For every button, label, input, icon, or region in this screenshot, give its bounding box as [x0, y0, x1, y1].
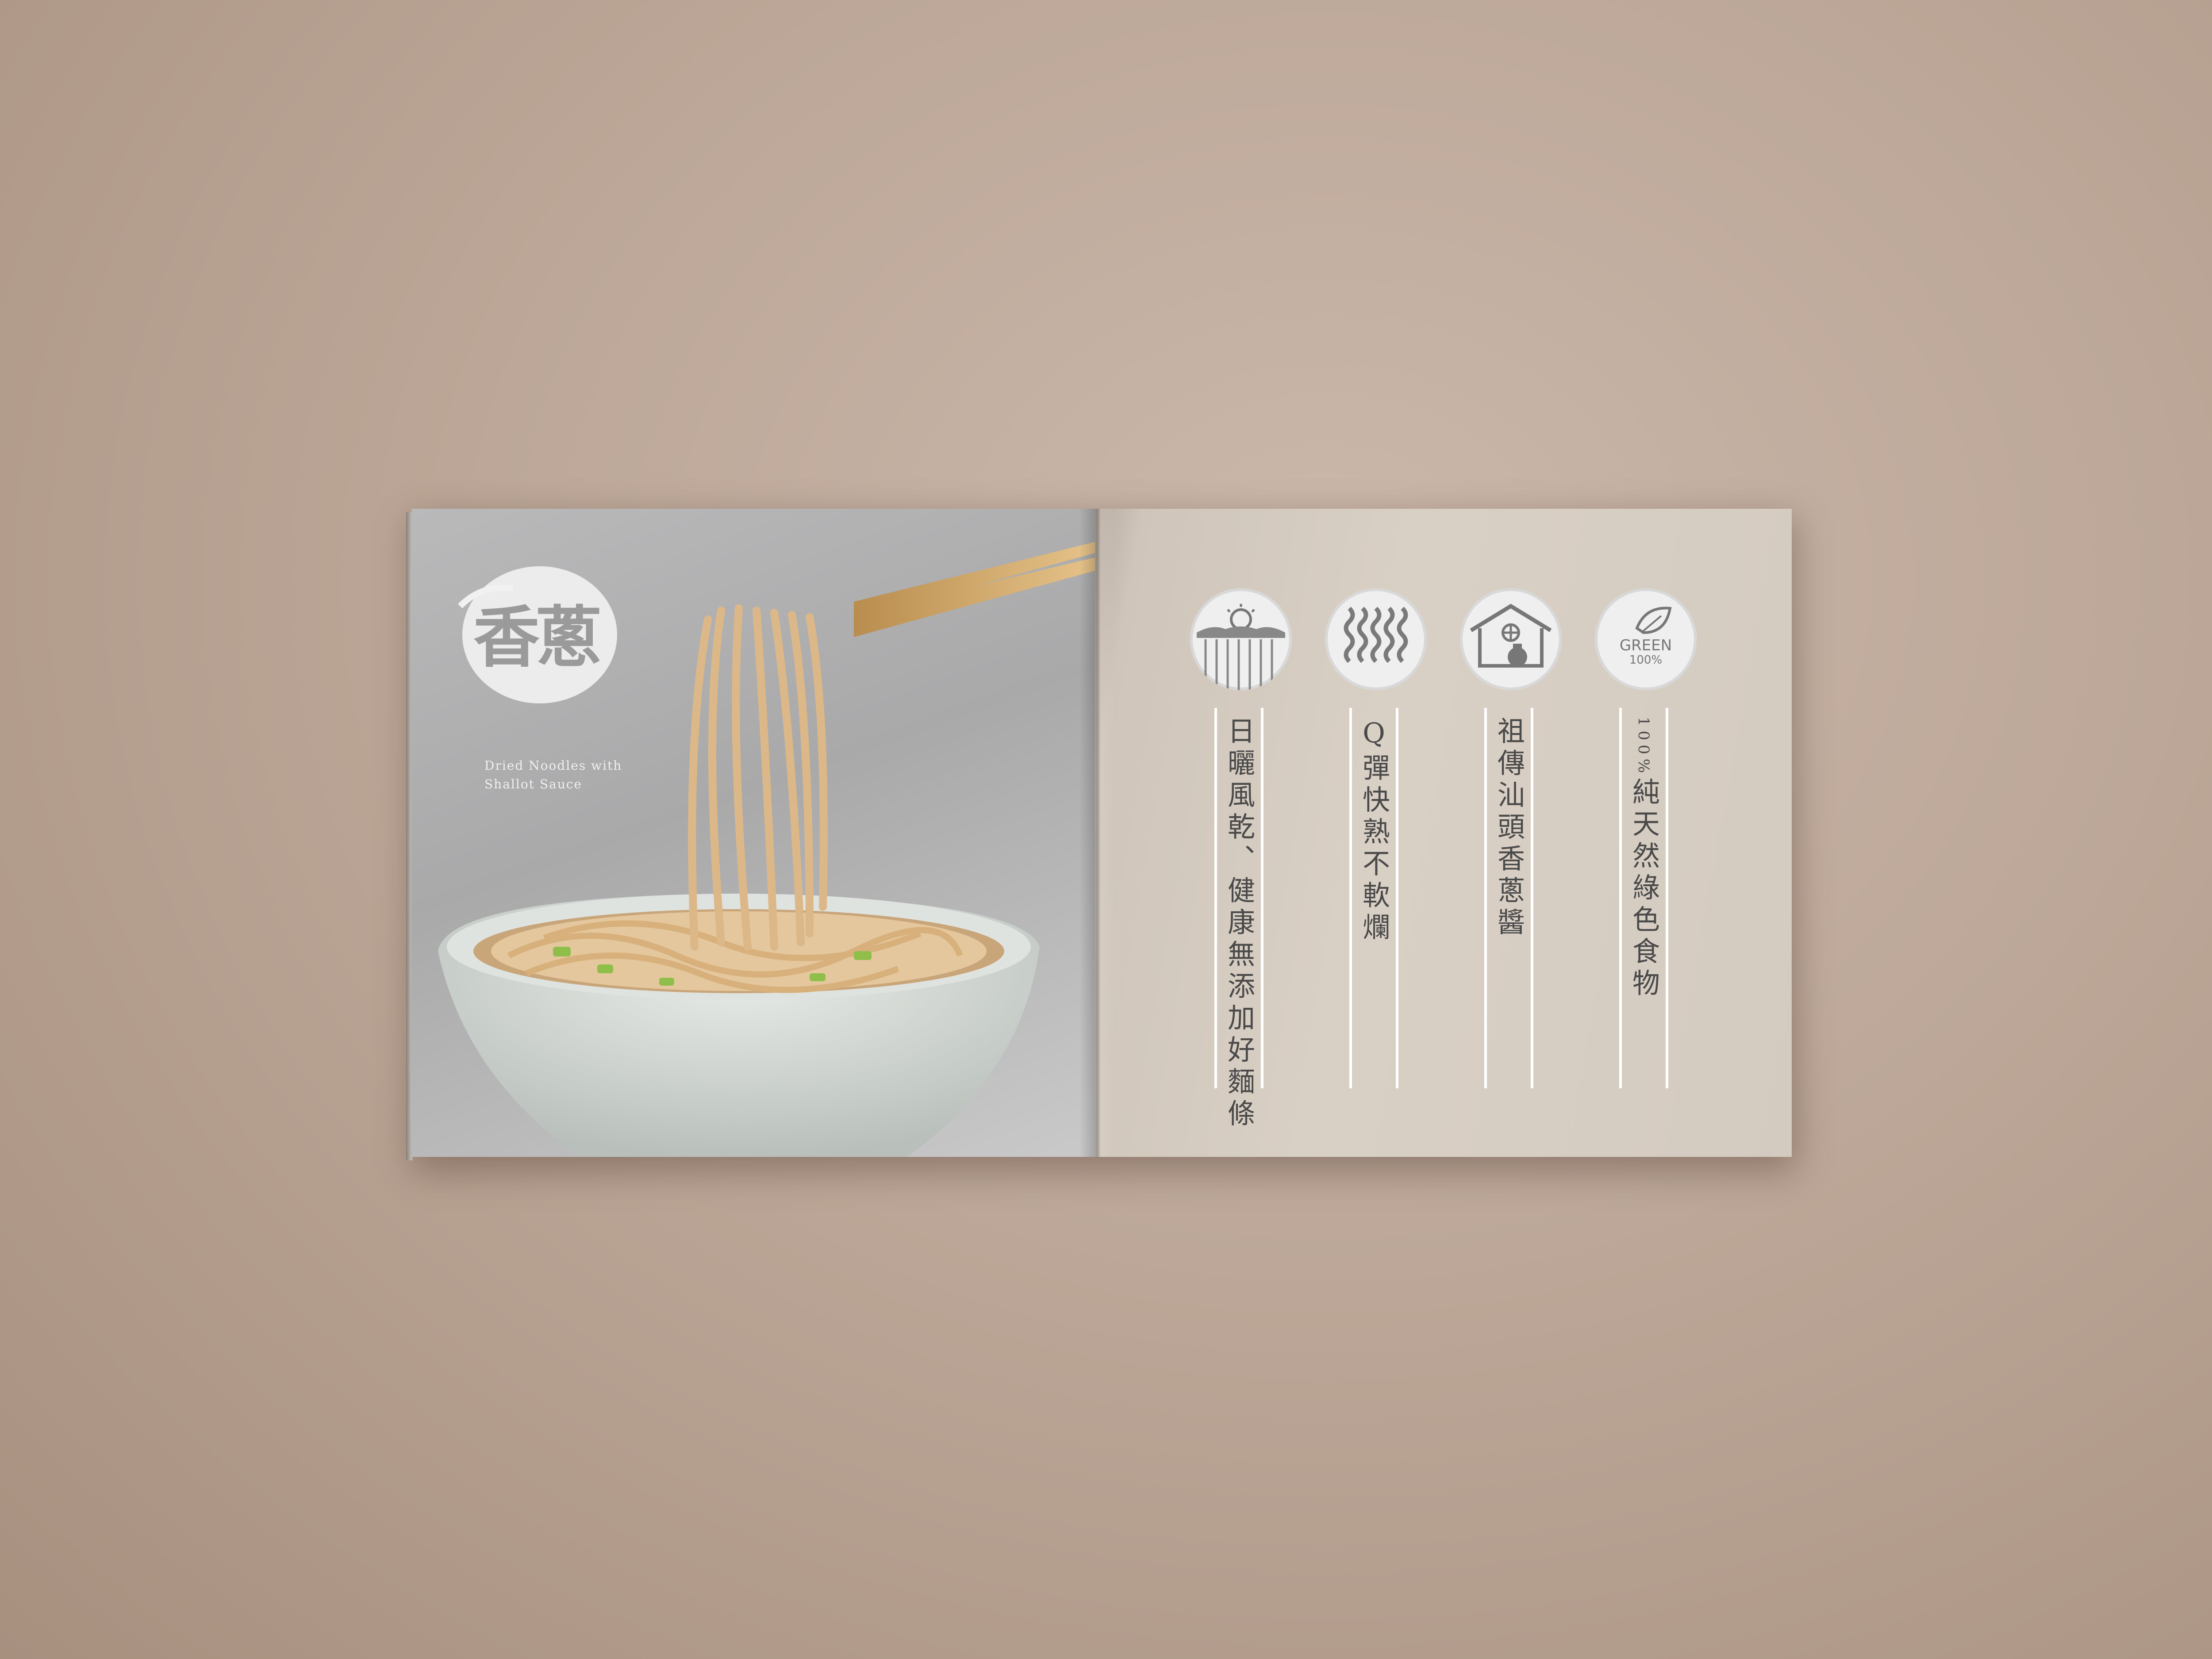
feature-text-1: 日曬風乾、健康無添加好麵條	[1223, 717, 1255, 1131]
feature-4: GREEN 100%	[1595, 588, 1701, 690]
ancestral-house-icon	[1460, 588, 1562, 690]
left-page: 香蔥 Dried Noodles with Shallot Sauce	[411, 509, 1095, 1157]
logo-subtitle-line-1: Dried Noodles with	[484, 758, 622, 773]
divider-line	[1396, 708, 1398, 1088]
divider-line	[1214, 708, 1217, 1088]
wavy-noodles-icon	[1325, 588, 1427, 690]
divider-line	[1531, 708, 1533, 1088]
feature-text-3: 祖傳汕頭香蔥醬	[1493, 717, 1525, 940]
green-badge-line-1: GREEN	[1620, 637, 1672, 654]
feature-prefix-100: 100%	[1635, 717, 1652, 778]
green-badge-line-2: 100%	[1629, 653, 1662, 667]
logo-subtitle: Dried Noodles with Shallot Sauce	[484, 757, 626, 794]
divider-line	[1484, 708, 1487, 1088]
divider-line	[1619, 708, 1622, 1088]
divider-line	[1349, 708, 1352, 1088]
divider-line	[1666, 708, 1668, 1088]
logo-title: 香蔥	[473, 599, 602, 676]
book-spine	[1079, 509, 1115, 1157]
feature-1	[1190, 588, 1296, 690]
logo-subtitle-line-2: Shallot Sauce	[484, 777, 582, 791]
feature-text-2: Q彈快熟不軟爛	[1358, 717, 1390, 945]
feature-text-4-main: 純天然綠色食物	[1628, 777, 1660, 1001]
divider-line	[1261, 708, 1263, 1088]
feature-2	[1325, 588, 1431, 690]
sun-drying-icon	[1190, 588, 1292, 690]
feature-text-4: 100%純天然綠色食物	[1626, 717, 1661, 1000]
green-leaf-icon: GREEN 100%	[1595, 588, 1697, 690]
right-page: 日曬風乾、健康無添加好麵條 Q彈快熟不軟爛 祖傳汕頭香蔥醬 GREEN 100%…	[1095, 509, 1792, 1157]
feature-3	[1460, 588, 1566, 690]
